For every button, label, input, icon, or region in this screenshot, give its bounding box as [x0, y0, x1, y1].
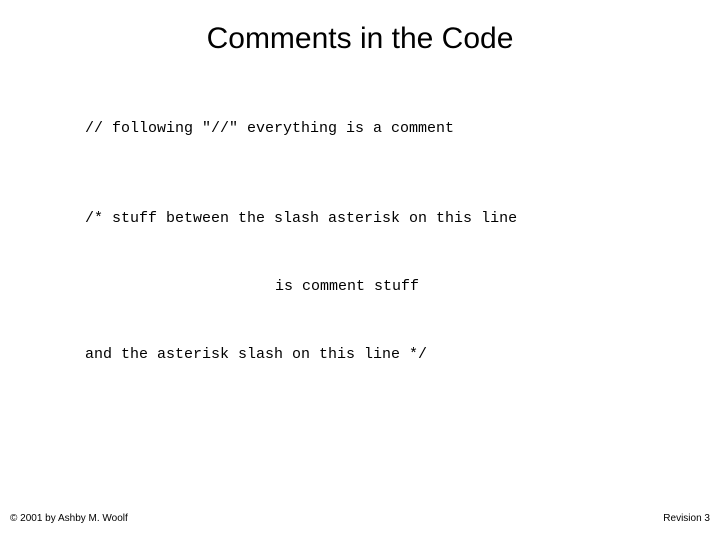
footer-revision: Revision 3 [663, 513, 710, 524]
code-line: // following "//" everything is a commen… [85, 120, 680, 138]
code-line: is comment stuff [85, 278, 680, 296]
footer-copyright: © 2001 by Ashby M. Woolf [10, 513, 128, 524]
page-title: Comments in the Code [0, 0, 720, 56]
code-line: /* stuff between the slash asterisk on t… [85, 210, 680, 228]
code-line: and the asterisk slash on this line */ [85, 346, 680, 364]
code-block: // following "//" everything is a commen… [85, 120, 680, 364]
